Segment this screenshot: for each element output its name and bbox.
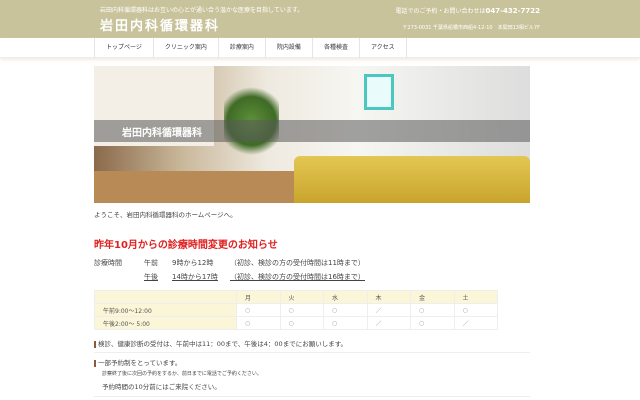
nav-exams[interactable]: 各種検査 [313, 38, 360, 58]
am-period: 午前 [144, 259, 158, 267]
hero-sofa [294, 156, 530, 203]
cell: ○ [323, 316, 368, 330]
hours-block: 診療時間 午前 9時から12時 （初診、検診の方の受付時間は11時まで） 午後 14時か… [94, 256, 365, 284]
day-header: 水 [323, 290, 368, 304]
divider [94, 352, 530, 353]
day-header: 土 [453, 290, 498, 304]
cell: ○ [410, 316, 455, 330]
phone-label: 電話でのご予約・お問い合わせは [395, 8, 486, 15]
row-label: 午後2:00～ 5:00 [94, 316, 237, 330]
hero-banner: 岩田内科循環器科 [94, 120, 530, 142]
pm-note: （初診、検診の方の受付時間は16時まで） [230, 273, 365, 281]
phone-info: 電話でのご予約・お問い合わせは047-432-7722 [395, 6, 540, 15]
table-corner [94, 290, 237, 304]
day-header: 木 [366, 290, 411, 304]
table-row: 午前9:00～12:00 ○ ○ ○ ／ ○ ○ [94, 303, 498, 317]
phone-number: 047-432-7722 [485, 7, 540, 15]
arrival-note: 予約時間の10分前にはご来院ください。 [102, 383, 221, 391]
site-logo[interactable]: 岩田内科循環器科 [100, 15, 220, 34]
schedule-table: 月 火 水 木 金 土 午前9:00～12:00 ○ ○ ○ ／ ○ ○ 午後2… [94, 290, 498, 330]
reservation-detail: 診察終了後に次回の予約をするか、前日までに電話でご予約ください。 [102, 371, 262, 377]
pm-time: 14時から17時 [172, 273, 218, 281]
divider [94, 396, 530, 397]
hero-banner-text: 岩田内科循環器科 [122, 128, 202, 139]
checkup-note: 検診、健康診断の受付は、午前中は11：00まで、午後は4：00までにお願いします… [94, 338, 347, 348]
cell: ○ [279, 316, 324, 330]
cell: ○ [279, 303, 324, 317]
cell: ○ [410, 303, 455, 317]
tagline: 岩田内科循環器科はお互いの心とが通い合う温かな医療を目指しています。 [100, 7, 304, 14]
am-time: 9時から12時 [172, 259, 214, 267]
nav-top[interactable]: トップページ [94, 38, 154, 58]
cell: ○ [453, 303, 498, 317]
bullet-icon [94, 340, 96, 348]
day-header: 金 [410, 290, 455, 304]
day-header: 火 [279, 290, 324, 304]
reservation-note-text: 一部予約制をとっています。 [98, 359, 182, 367]
nav-clinic[interactable]: クリニック案内 [154, 38, 219, 58]
checkup-note-text: 検診、健康診断の受付は、午前中は11：00まで、午後は4：00までにお願いします… [98, 340, 348, 348]
reservation-note: 一部予約制をとっています。 [94, 357, 181, 367]
cell: ○ [236, 303, 281, 317]
table-row: 午後2:00～ 5:00 ○ ○ ○ ／ ○ ／ [94, 316, 498, 330]
row-label: 午前9:00～12:00 [94, 303, 237, 317]
cell: ○ [236, 316, 281, 330]
welcome-text: ようこそ、岩田内科循環器科のホームページへ。 [94, 211, 237, 219]
site-header: 岩田内科循環器科はお互いの心とが通い合う温かな医療を目指しています。 岩田内科循… [0, 0, 640, 38]
hero-sign [364, 74, 394, 110]
nav-treatment[interactable]: 診療案内 [219, 38, 266, 58]
nav-facilities[interactable]: 院内設備 [266, 38, 313, 58]
main-nav: トップページ クリニック案内 診療案内 院内設備 各種検査 アクセス [0, 38, 640, 58]
cell: ／ [366, 316, 411, 330]
day-header: 月 [236, 290, 281, 304]
hero-image: 岩田内科循環器科 [94, 66, 530, 203]
pm-period: 午後 [144, 273, 158, 281]
cell: ○ [323, 303, 368, 317]
notice-title: 昨年10月からの診療時間変更のお知らせ [94, 240, 278, 251]
bullet-icon [94, 359, 96, 367]
cell: ／ [366, 303, 411, 317]
address: 〒273-0031 千葉県船橋市西船4-12-10 本間田13相ビル7F [402, 25, 540, 31]
nav-access[interactable]: アクセス [360, 38, 407, 58]
am-note: （初診、検診の方の受付時間は11時まで） [230, 259, 365, 267]
cell: ／ [453, 316, 498, 330]
hours-label: 診療時間 [94, 259, 122, 267]
